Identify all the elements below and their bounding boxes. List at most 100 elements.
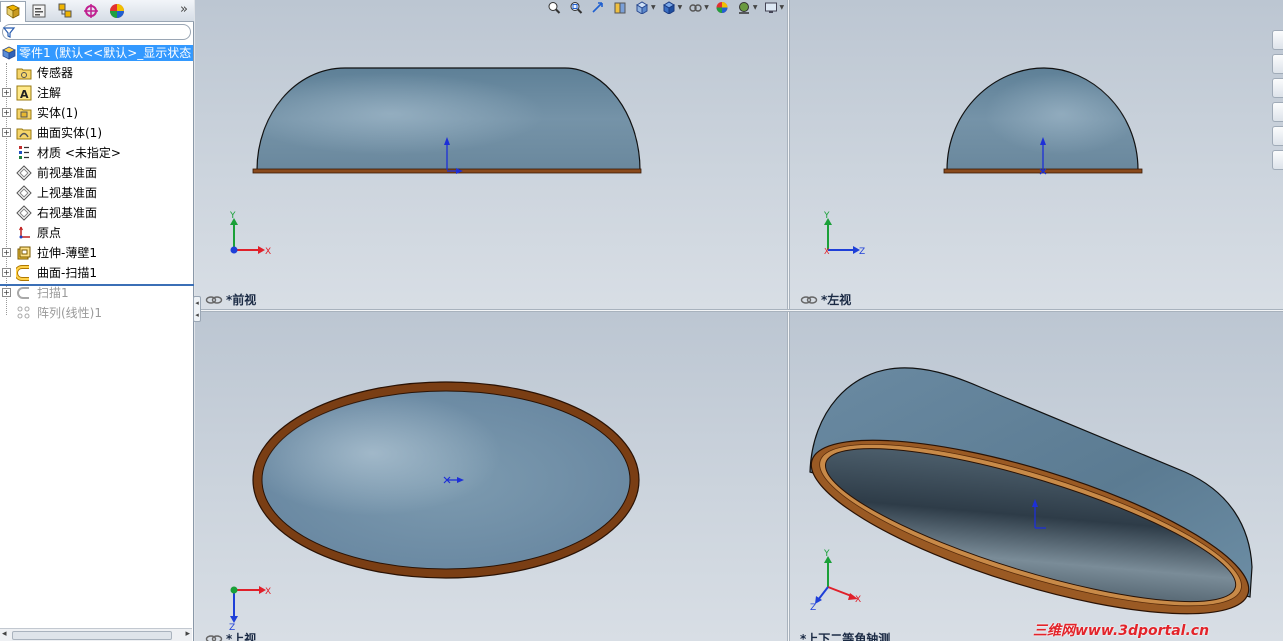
viewport-splitter-vertical[interactable] (787, 0, 790, 641)
triad-front: Y X (229, 211, 271, 257)
link-views-icon[interactable] (205, 295, 223, 305)
feature-manager-icon (6, 4, 20, 19)
tree-item-linear-pattern[interactable]: 阵列(线性)1 (0, 303, 194, 323)
tree-item-label: 前视基准面 (37, 166, 98, 180)
viewport-top-label: *上视 (205, 630, 256, 641)
dome-highlight (257, 68, 640, 170)
tree-item-annotations[interactable]: + A 注解 (0, 83, 194, 103)
display-style-button[interactable] (660, 1, 678, 15)
viewport-top-title: *上视 (226, 632, 257, 641)
tree-item-surface-sweep[interactable]: + 曲面-扫描1 (0, 263, 194, 283)
tree-root-label: 零件1 (默认<<默认>_显示状态 (17, 45, 194, 61)
tree-item-label: 材质 <未指定> (37, 146, 121, 160)
view-settings-button[interactable] (762, 1, 780, 15)
expand-toggle[interactable]: + (2, 288, 11, 297)
display-manager-icon (110, 4, 124, 18)
chevron-down-icon[interactable]: ▼ (780, 4, 785, 11)
triad-top: X Z (229, 586, 271, 633)
feature-manager-tab[interactable] (0, 1, 26, 22)
expand-toggle[interactable]: + (2, 108, 11, 117)
design-library-tab[interactable] (1272, 54, 1283, 74)
link-views-icon[interactable] (205, 634, 223, 641)
tree-horizontal-scrollbar[interactable]: ◂ ▸ (0, 628, 192, 641)
property-manager-tab[interactable] (26, 1, 52, 21)
solidworks-resources-tab[interactable] (1272, 30, 1283, 50)
display-style-icon (662, 1, 675, 14)
viewport-isometric[interactable]: Y X Z *上下二等角轴测 (790, 312, 1283, 641)
panel-collapse-handle[interactable]: ◂ ◂ (193, 296, 201, 322)
part-icon (2, 46, 16, 60)
scroll-thumb[interactable] (12, 631, 172, 640)
edit-appearance-button[interactable] (713, 1, 731, 15)
configuration-manager-tab[interactable] (52, 1, 78, 21)
zoom-to-fit-button[interactable] (545, 1, 563, 15)
sweep-icon (17, 287, 29, 299)
scroll-right-icon[interactable]: ▸ (185, 629, 190, 639)
filter-icon[interactable] (2, 25, 16, 39)
chevron-down-icon[interactable]: ▼ (651, 4, 656, 11)
expand-toggle[interactable]: + (2, 88, 11, 97)
chevron-down-icon[interactable]: ▼ (678, 4, 683, 11)
linear-pattern-icon (17, 306, 30, 319)
scroll-left-icon[interactable]: ◂ (2, 629, 7, 639)
view-orientation-button[interactable] (633, 1, 651, 15)
display-manager-tab[interactable] (104, 1, 130, 21)
panel-expand-button[interactable]: » (180, 2, 188, 17)
filter-input[interactable] (2, 24, 191, 40)
tree-item-top-plane[interactable]: 上视基准面 (0, 183, 194, 203)
heads-up-view-toolbar: ▼ ▼ ▼ ▼ ▼ (545, 0, 784, 15)
tree-item-front-plane[interactable]: 前视基准面 (0, 163, 194, 183)
tree-item-solid-bodies[interactable]: + 实体(1) (0, 103, 194, 123)
section-view-button[interactable] (611, 1, 629, 15)
tree-item-label: 传感器 (37, 66, 74, 80)
zoom-to-fit-icon (548, 2, 561, 14)
tree-item-label: 阵列(线性)1 (37, 306, 102, 320)
view-orientation-icon (636, 1, 648, 14)
tree-item-origin[interactable]: 原点 (0, 223, 194, 243)
viewport-left[interactable]: Y Z X *左视 (790, 0, 1283, 309)
feature-manager-panel: » 零件1 (默认<<默认>_显示状态 传感器 + A 注解 + 实体(1) +… (0, 0, 194, 641)
dimxpert-manager-tab[interactable] (78, 1, 104, 21)
triad-x-label: X (265, 587, 271, 597)
tree-item-label: 曲面-扫描1 (37, 266, 97, 280)
viewport-left-label: *左视 (800, 291, 851, 308)
file-explorer-tab[interactable] (1272, 78, 1283, 98)
extrude-thin-icon (17, 246, 31, 260)
feature-tree: 零件1 (默认<<默认>_显示状态 传感器 + A 注解 + 实体(1) + 曲… (0, 43, 194, 323)
chevron-down-icon[interactable]: ▼ (704, 4, 709, 11)
view-palette-tab[interactable] (1272, 102, 1283, 122)
rollback-bar[interactable] (0, 284, 194, 286)
custom-properties-tab[interactable] (1272, 150, 1283, 170)
triad-y-label: Y (823, 211, 830, 221)
expand-toggle[interactable]: + (2, 128, 11, 137)
previous-view-icon (592, 2, 603, 13)
expand-toggle[interactable]: + (2, 268, 11, 277)
viewport-splitter-horizontal[interactable] (195, 309, 1283, 312)
tree-item-extrude-thin[interactable]: + 拉伸-薄壁1 (0, 243, 194, 263)
hide-show-items-button[interactable] (686, 1, 704, 15)
filter-row (0, 22, 194, 42)
viewport-top[interactable]: X Z *上视 (195, 312, 787, 641)
link-views-icon[interactable] (800, 295, 818, 305)
viewport-front[interactable]: Y X *前视 ▼ ▼ ▼ ▼ ▼ (195, 0, 787, 309)
triad-x-label: X (824, 247, 830, 256)
tree-item-sensors[interactable]: 传感器 (0, 63, 194, 83)
plane-icon (16, 185, 32, 201)
front-view-scene: Y X (229, 67, 642, 257)
dome-highlight (262, 391, 630, 569)
appearances-tab[interactable] (1272, 126, 1283, 146)
viewport-isometric-title: *上下二等角轴测 (800, 632, 891, 641)
panel-tab-bar: » (0, 0, 194, 22)
property-manager-icon (32, 4, 46, 18)
tree-root-part[interactable]: 零件1 (默认<<默认>_显示状态 (0, 43, 194, 63)
tree-item-sweep[interactable]: + 扫描1 (0, 283, 194, 303)
tree-item-right-plane[interactable]: 右视基准面 (0, 203, 194, 223)
expand-toggle[interactable]: + (2, 248, 11, 257)
apply-scene-button[interactable] (735, 1, 753, 15)
tree-item-material[interactable]: 材质 <未指定> (0, 143, 194, 163)
chevron-down-icon[interactable]: ▼ (753, 4, 758, 11)
tree-item-surface-bodies[interactable]: + 曲面实体(1) (0, 123, 194, 143)
previous-view-button[interactable] (589, 1, 607, 15)
zoom-to-area-button[interactable] (567, 1, 585, 15)
triad-z-label: Z (859, 247, 865, 257)
